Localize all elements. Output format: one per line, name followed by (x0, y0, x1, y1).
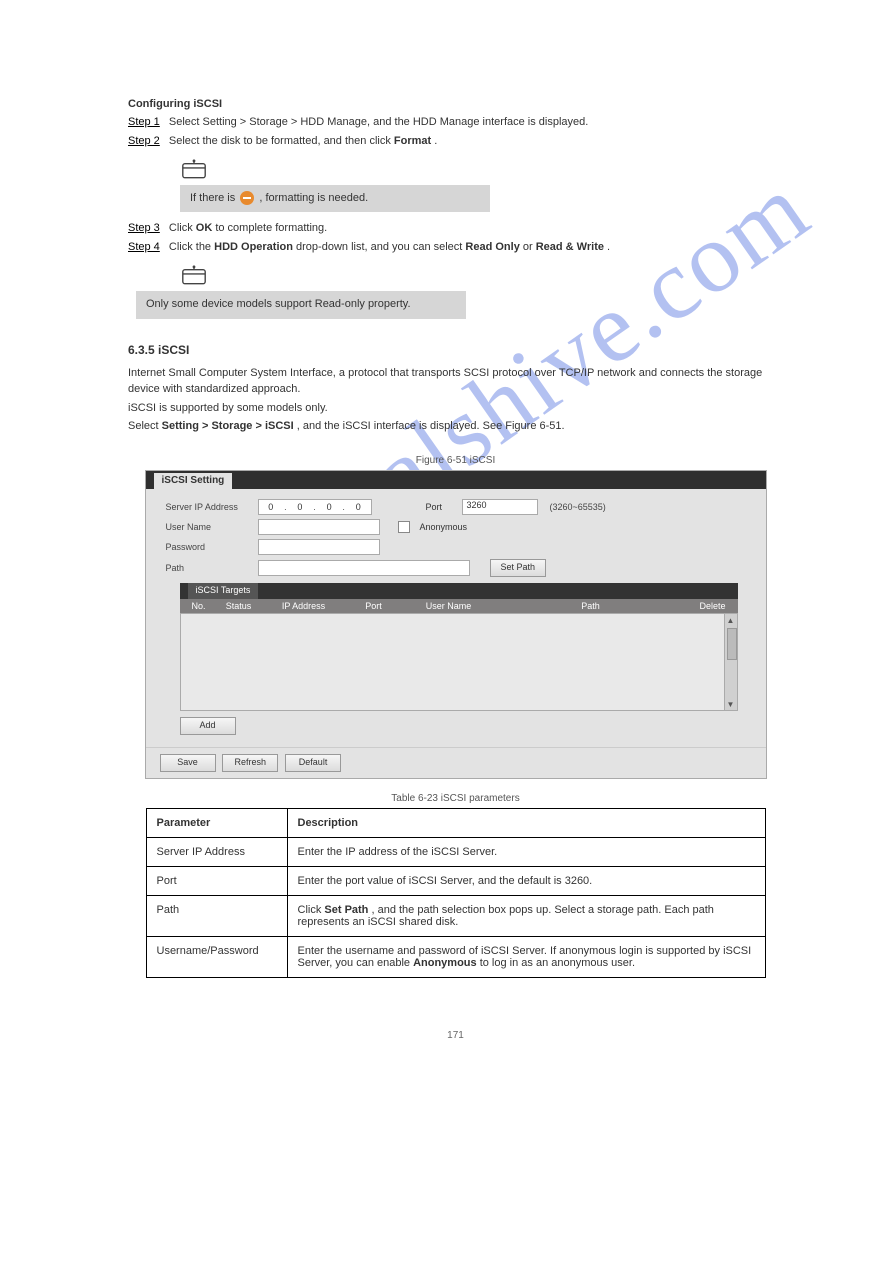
username-label: User Name (166, 522, 252, 532)
server-ip-label: Server IP Address (166, 502, 252, 512)
targets-body-wrap: ▲ ▼ (180, 613, 738, 711)
step-4-mid: drop-down list, and you can select (296, 241, 465, 253)
port-range: (3260~65535) (550, 502, 606, 512)
note-box-1: If there is , formatting is needed. (180, 185, 490, 212)
save-button[interactable]: Save (160, 754, 216, 772)
scroll-down-icon[interactable]: ▼ (727, 700, 735, 708)
step-2-label: Step 2 (128, 135, 160, 147)
config-subheading: Configuring iSCSI (128, 98, 783, 110)
step-3: Step 3 Click OK to complete formatting. (128, 220, 783, 237)
iscsi-setting-panel: iSCSI Setting Server IP Address 0. 0. 0.… (145, 470, 767, 779)
step-2-prefix: Select the disk to be formatted, and the… (169, 135, 394, 147)
note2-text: Only some device models support Read-onl… (146, 298, 411, 310)
orange-minus-icon (240, 191, 254, 205)
cell-param: Username/Password (146, 936, 287, 977)
step-3-suffix: to complete formatting. (215, 222, 327, 234)
col-path: Path (494, 601, 688, 611)
intro-1: Internet Small Computer System Interface… (128, 365, 783, 398)
step-4-prefix: Click the (169, 241, 214, 253)
note-icon (180, 159, 208, 181)
port-input[interactable]: 3260 (462, 499, 538, 515)
targets-header: No. Status IP Address Port User Name Pat… (180, 599, 738, 613)
default-button[interactable]: Default (285, 754, 341, 772)
tab-iscsi-setting[interactable]: iSCSI Setting (154, 473, 233, 491)
scroll-thumb[interactable] (727, 628, 737, 660)
step-2-bold: Format (394, 135, 431, 147)
cell-desc: Enter the IP address of the iSCSI Server… (287, 837, 765, 866)
table-row: Port Enter the port value of iSCSI Serve… (146, 866, 765, 895)
table-row: Path Click Set Path , and the path selec… (146, 895, 765, 936)
step-2-suffix: . (434, 135, 437, 147)
page-number: 171 (128, 1030, 783, 1041)
anonymous-label: Anonymous (420, 522, 468, 532)
iscsi-param-table: Parameter Description Server IP Address … (146, 808, 766, 978)
step-3-bold: OK (196, 222, 213, 234)
step-3-label: Step 3 (128, 222, 160, 234)
intro-2: iSCSI is supported by some models only. (128, 400, 783, 417)
cell-desc: Enter the username and password of iSCSI… (287, 936, 765, 977)
password-input[interactable] (258, 539, 380, 555)
col-ip: IP Address (264, 601, 344, 611)
step-4-bold3: Read & Write (536, 241, 604, 253)
anonymous-checkbox[interactable] (398, 521, 410, 533)
page-content: Configuring iSCSI Step 1 Select Setting … (0, 0, 893, 1081)
note-icon-2 (180, 265, 208, 287)
set-path-button[interactable]: Set Path (490, 559, 547, 577)
col-status: Status (214, 601, 264, 611)
intro-3: Select Setting > Storage > iSCSI , and t… (128, 418, 783, 435)
cell-param: Port (146, 866, 287, 895)
step-4-suffix: . (607, 241, 610, 253)
path-label: Path (166, 563, 252, 573)
cell-param: Path (146, 895, 287, 936)
username-input[interactable] (258, 519, 380, 535)
th-desc: Description (287, 808, 765, 837)
scrollbar[interactable]: ▲ ▼ (724, 614, 737, 710)
step-2: Step 2 Select the disk to be formatted, … (128, 133, 783, 150)
note1-prefix: If there is (190, 192, 238, 204)
col-port: Port (344, 601, 404, 611)
password-label: Password (166, 542, 252, 552)
step-4-bold2: Read Only (465, 241, 519, 253)
targets-list (181, 614, 724, 710)
tab-iscsi-targets[interactable]: iSCSI Targets (188, 583, 259, 599)
iscsi-tab-bar: iSCSI Setting (146, 471, 766, 489)
figure-caption: Figure 6-51 iSCSI (128, 455, 783, 466)
col-user: User Name (404, 601, 494, 611)
cell-desc: Enter the port value of iSCSI Server, an… (287, 866, 765, 895)
table-caption: Table 6-23 iSCSI parameters (128, 793, 783, 804)
step-1-label: Step 1 (128, 116, 160, 128)
step-4-or: or (523, 241, 536, 253)
table-row: Server IP Address Enter the IP address o… (146, 837, 765, 866)
step-1: Step 1 Select Setting > Storage > HDD Ma… (128, 114, 783, 131)
add-button[interactable]: Add (180, 717, 236, 735)
scroll-up-icon[interactable]: ▲ (727, 616, 735, 624)
cell-desc: Click Set Path , and the path selection … (287, 895, 765, 936)
section-heading-iscsi: 6.3.5 iSCSI (128, 343, 783, 357)
iscsi-form: Server IP Address 0. 0. 0. 0 Port 3260 (… (146, 489, 766, 747)
targets-tab-bar: iSCSI Targets (180, 583, 738, 599)
path-input[interactable] (258, 560, 470, 576)
note-box-2: Only some device models support Read-onl… (136, 291, 466, 318)
step-1-text: Select Setting > Storage > HDD Manage, a… (169, 116, 588, 128)
th-param: Parameter (146, 808, 287, 837)
step-4-label: Step 4 (128, 241, 160, 253)
step-4-bold: HDD Operation (214, 241, 293, 253)
note1-suffix: , formatting is needed. (259, 192, 368, 204)
server-ip-input[interactable]: 0. 0. 0. 0 (258, 499, 372, 515)
cell-param: Server IP Address (146, 837, 287, 866)
step-3-prefix: Click (169, 222, 196, 234)
col-no: No. (180, 601, 214, 611)
table-row: Username/Password Enter the username and… (146, 936, 765, 977)
port-label: Port (426, 502, 456, 512)
step-4: Step 4 Click the HDD Operation drop-down… (128, 239, 783, 256)
col-delete: Delete (688, 601, 738, 611)
refresh-button[interactable]: Refresh (222, 754, 278, 772)
